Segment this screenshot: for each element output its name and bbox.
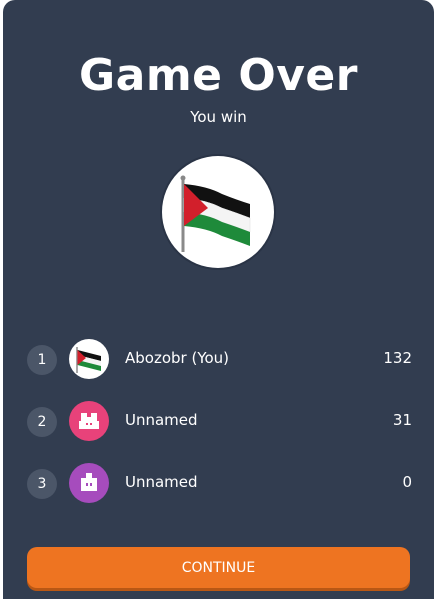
result-subtitle: You win	[190, 108, 247, 126]
palestine-flag-icon	[76, 347, 101, 373]
game-over-panel: Game Over You win 1 Abozobr (You) 132 2	[3, 0, 434, 599]
continue-button[interactable]: CONTINUE	[27, 547, 410, 588]
player-score: 0	[402, 473, 412, 491]
player-score: 31	[392, 411, 412, 429]
rank-badge: 2	[27, 407, 57, 437]
player-avatar	[69, 339, 109, 379]
robot-icon	[81, 473, 97, 491]
player-name: Abozobr (You)	[125, 349, 230, 367]
winner-avatar	[162, 156, 274, 268]
page-title: Game Over	[79, 50, 358, 101]
palestine-flag-icon	[180, 175, 251, 252]
player-name: Unnamed	[125, 411, 198, 429]
player-score: 132	[383, 349, 412, 367]
player-row: 1 Abozobr (You) 132	[27, 337, 412, 379]
rank-badge: 3	[27, 469, 57, 499]
player-row: 2 Unnamed 31	[27, 399, 412, 441]
player-name: Unnamed	[125, 473, 198, 491]
player-avatar	[69, 401, 109, 441]
rank-badge: 1	[27, 345, 57, 375]
player-row: 3 Unnamed 0	[27, 461, 412, 503]
robot-icon	[79, 413, 99, 429]
player-avatar	[69, 463, 109, 503]
